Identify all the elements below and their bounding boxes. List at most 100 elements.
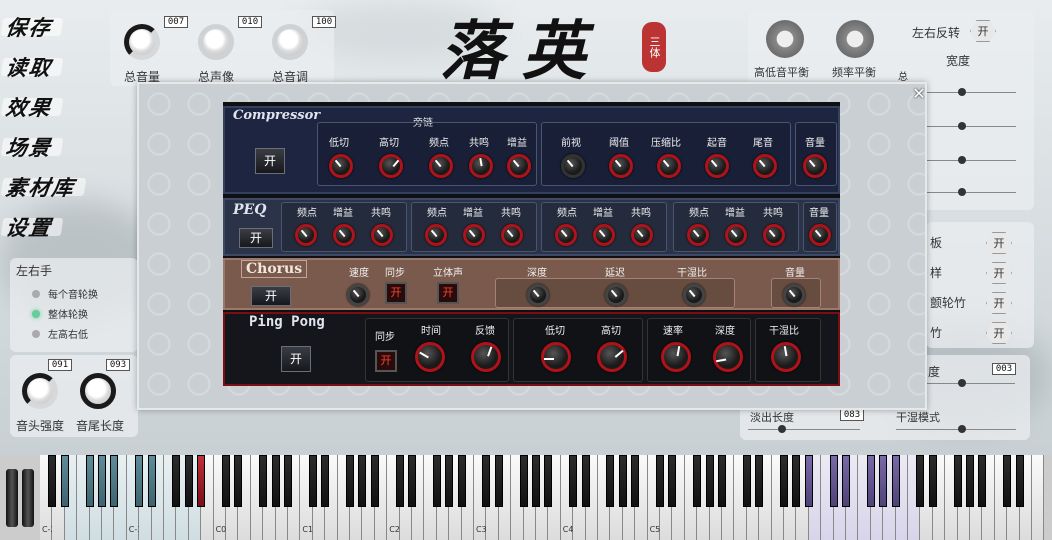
peq-b4-gain-knob[interactable] <box>725 224 747 246</box>
black-key[interactable] <box>804 455 813 507</box>
attack-knob[interactable] <box>22 373 58 409</box>
balance-freq-knob[interactable] <box>836 20 874 58</box>
menu-scenes[interactable]: 场景 <box>4 132 54 162</box>
comp-lowcut-knob[interactable] <box>329 154 353 178</box>
pingpong-on-button[interactable]: 开 <box>281 346 311 372</box>
black-key[interactable] <box>271 455 280 507</box>
slider-2[interactable] <box>926 126 1016 127</box>
black-key[interactable] <box>494 455 503 507</box>
slider-1[interactable] <box>926 92 1016 93</box>
comp-freq-knob[interactable] <box>429 154 453 178</box>
black-key[interactable] <box>742 455 751 507</box>
black-key[interactable] <box>308 455 317 507</box>
white-key[interactable] <box>1032 455 1045 540</box>
comp-volume-knob[interactable] <box>803 154 827 178</box>
peq-volume-knob[interactable] <box>809 224 831 246</box>
pingpong-feedback-knob[interactable] <box>471 342 501 372</box>
black-key[interactable] <box>656 455 664 507</box>
mod-wheel[interactable] <box>22 469 34 527</box>
pingpong-sync-button[interactable]: 开 <box>375 350 397 372</box>
pingpong-depth-knob[interactable] <box>713 342 743 372</box>
chorus-on-button[interactable]: 开 <box>251 286 291 306</box>
black-key[interactable] <box>866 455 875 507</box>
black-key[interactable] <box>85 455 94 507</box>
comp-highcut-knob[interactable] <box>379 154 403 178</box>
fade-out-slider-handle[interactable] <box>778 425 786 433</box>
black-key[interactable] <box>928 455 937 507</box>
slider-1-handle[interactable] <box>958 88 966 96</box>
black-key[interactable] <box>581 455 590 507</box>
black-key[interactable] <box>631 455 640 507</box>
black-key[interactable] <box>395 455 404 507</box>
menu-effects[interactable]: 效果 <box>4 92 54 122</box>
option-whole-dot[interactable] <box>32 310 40 318</box>
black-key[interactable] <box>1015 455 1024 507</box>
balance-hl-knob[interactable] <box>766 20 804 58</box>
master-pan-knob[interactable] <box>198 24 234 60</box>
pingpong-lowcut-knob[interactable] <box>541 342 571 372</box>
comp-threshold-knob[interactable] <box>609 154 633 178</box>
black-key[interactable] <box>184 455 193 507</box>
black-key[interactable] <box>147 455 156 507</box>
black-key[interactable] <box>618 455 627 507</box>
black-key[interactable] <box>755 455 764 507</box>
option-each[interactable]: 每个音轮换 <box>48 286 98 301</box>
comp-lookahead-knob[interactable] <box>561 154 585 178</box>
black-key[interactable] <box>792 455 801 507</box>
right-item-2-button[interactable]: 开 <box>986 262 1012 284</box>
chorus-volume-knob[interactable] <box>783 284 805 306</box>
black-key[interactable] <box>544 455 553 507</box>
black-key[interactable] <box>569 455 578 507</box>
chorus-sync-button[interactable]: 开 <box>385 282 407 304</box>
chorus-stereo-button[interactable]: 开 <box>437 282 459 304</box>
black-key[interactable] <box>457 455 466 507</box>
black-key[interactable] <box>284 455 292 507</box>
black-key[interactable] <box>259 455 268 507</box>
dry-mode-slider-handle[interactable] <box>958 425 966 433</box>
black-key[interactable] <box>705 455 714 507</box>
chorus-delay-knob[interactable] <box>605 284 627 306</box>
peq-b3-gain-knob[interactable] <box>593 224 615 246</box>
menu-settings[interactable]: 设置 <box>4 212 54 242</box>
black-key[interactable] <box>234 455 243 507</box>
dry-mode-slider[interactable] <box>896 429 1016 430</box>
chorus-speed-knob[interactable] <box>347 284 369 306</box>
pingpong-drywet-knob[interactable] <box>771 342 801 372</box>
peq-b4-reso-knob[interactable] <box>763 224 785 246</box>
right-item-1-button[interactable]: 开 <box>986 232 1012 254</box>
peq-b3-freq-knob[interactable] <box>555 224 577 246</box>
comp-reso-knob[interactable] <box>469 154 493 178</box>
slider-3[interactable] <box>926 160 1016 161</box>
black-key[interactable] <box>98 455 106 507</box>
peq-b1-gain-knob[interactable] <box>333 224 355 246</box>
depth-slider-handle[interactable] <box>958 379 966 387</box>
slider-4[interactable] <box>926 192 1016 193</box>
black-key[interactable] <box>432 455 441 507</box>
option-each-dot[interactable] <box>32 290 40 298</box>
comp-attack-knob[interactable] <box>705 154 729 178</box>
menu-save[interactable]: 保存 <box>4 12 54 42</box>
black-key[interactable] <box>370 455 379 507</box>
peq-b4-freq-knob[interactable] <box>687 224 709 246</box>
compressor-on-button[interactable]: 开 <box>255 148 285 174</box>
black-key[interactable] <box>445 455 454 507</box>
peq-b3-reso-knob[interactable] <box>631 224 653 246</box>
menu-library[interactable]: 素材库 <box>4 172 77 202</box>
master-volume-knob[interactable] <box>124 24 160 60</box>
option-left-high-dot[interactable] <box>32 330 40 338</box>
release-knob[interactable] <box>80 373 116 409</box>
black-key[interactable] <box>321 455 330 507</box>
black-key[interactable] <box>953 455 962 507</box>
black-key[interactable] <box>829 455 838 507</box>
slider-3-handle[interactable] <box>958 156 966 164</box>
pingpong-time-knob[interactable] <box>415 342 445 372</box>
black-key[interactable] <box>358 455 367 507</box>
black-key[interactable] <box>1003 455 1012 507</box>
black-key[interactable] <box>879 455 888 507</box>
black-key[interactable] <box>532 455 540 507</box>
chorus-depth-knob[interactable] <box>527 284 549 306</box>
black-key[interactable] <box>408 455 416 507</box>
black-key[interactable] <box>718 455 726 507</box>
peq-b1-freq-knob[interactable] <box>295 224 317 246</box>
slider-2-handle[interactable] <box>958 122 966 130</box>
